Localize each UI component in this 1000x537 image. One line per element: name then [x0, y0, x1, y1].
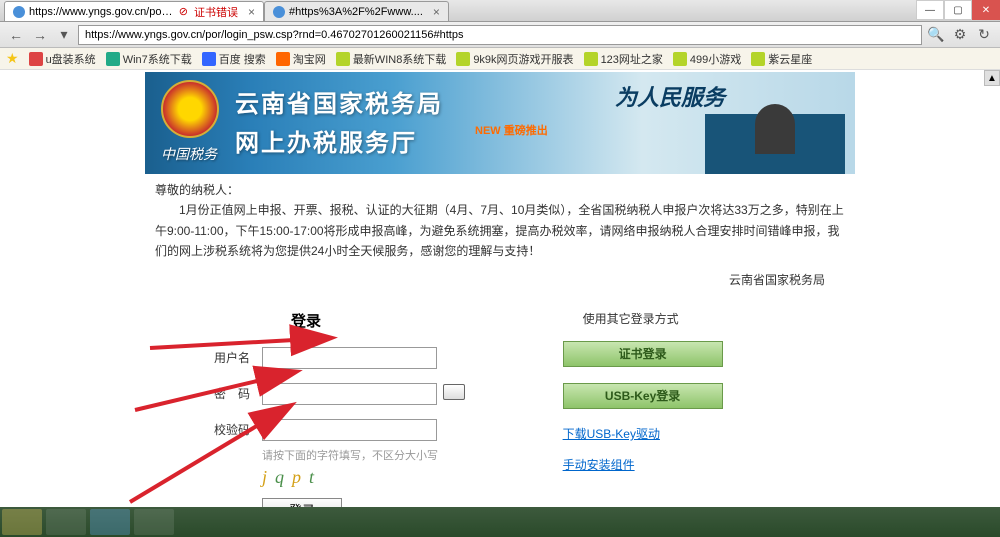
banner-title-block: 云南省国家税务局 网上办税服务厅: [235, 84, 443, 158]
bookmark-icon: [29, 52, 43, 66]
bookmark-label: 9k9k网页游戏开服表: [473, 51, 573, 67]
banner-title-line1: 云南省国家税务局: [235, 84, 443, 119]
virtual-keyboard-icon[interactable]: [443, 384, 465, 400]
bookmark-label: u盘装系统: [46, 51, 96, 67]
bookmark-item[interactable]: 百度 搜索: [202, 51, 266, 67]
browser-tab-active[interactable]: https://www.yngs.gov.cn/por/login_psw.cs…: [4, 1, 264, 21]
watermark-house-icon: [860, 475, 890, 499]
login-title: 登录: [291, 310, 543, 331]
username-label: 用户名: [205, 349, 250, 366]
tab-url-text: https://www.yngs.gov.cn/por/login_psw.cs…: [29, 6, 173, 18]
bookmark-icon: [336, 52, 350, 66]
tax-emblem-icon: [161, 80, 219, 138]
bookmark-item[interactable]: Win7系统下载: [106, 51, 192, 67]
search-icon[interactable]: 🔍: [926, 25, 946, 45]
cert-error-icon: ⊘: [179, 5, 188, 18]
page-content: ▲ 中国税务 云南省国家税务局 网上办税服务厅 NEW 重磅推出 为人民服务 尊…: [0, 70, 1000, 507]
bookmark-item[interactable]: 最新WIN8系统下载: [336, 51, 447, 67]
watermark: 系统之家: [860, 472, 990, 501]
nav-forward[interactable]: →: [30, 25, 50, 45]
bookmark-icon: [106, 52, 120, 66]
site-banner: 中国税务 云南省国家税务局 网上办税服务厅 NEW 重磅推出 为人民服务: [145, 72, 855, 174]
browser-tab-inactive[interactable]: #https%3A%2F%2Fwww.... ×: [264, 1, 449, 21]
bookmark-item[interactable]: 499小游戏: [673, 51, 741, 67]
ie-icon: [273, 6, 285, 18]
bookmark-label: 百度 搜索: [219, 51, 266, 67]
window-maximize[interactable]: ▢: [944, 0, 972, 20]
bookmark-label: 123网址之家: [601, 51, 663, 67]
login-form: 登录 用户名 密 码 校验码 请按下面的字符填写，不区分大小写 jqpt 登录: [145, 310, 543, 507]
captcha-input[interactable]: [262, 419, 437, 441]
bookmark-bar: ★ u盘装系统 Win7系统下载 百度 搜索 淘宝网 最新WIN8系统下载 9k…: [0, 48, 1000, 70]
tab-text: #https%3A%2F%2Fwww....: [289, 6, 423, 18]
captcha-char: j: [262, 467, 275, 487]
lock-icon: [13, 6, 25, 18]
bookmark-label: 紫云星座: [768, 51, 812, 67]
captcha-char: p: [292, 467, 309, 487]
emblem-subtitle: 中国税务: [161, 144, 217, 164]
captcha-hint: 请按下面的字符填写，不区分大小写: [262, 447, 543, 463]
taskbar: [0, 507, 1000, 537]
usbkey-login-button[interactable]: USB-Key登录: [563, 383, 723, 409]
login-area: 登录 用户名 密 码 校验码 请按下面的字符填写，不区分大小写 jqpt 登录 …: [145, 310, 855, 507]
bookmark-item[interactable]: 123网址之家: [584, 51, 663, 67]
bookmark-label: 最新WIN8系统下载: [353, 51, 447, 67]
bookmark-item[interactable]: u盘装系统: [29, 51, 96, 67]
cert-error-label: 证书错误: [194, 4, 238, 20]
alt-login-panel: 使用其它登录方式 证书登录 USB-Key登录 下载USB-Key驱动 手动安装…: [543, 310, 855, 507]
bookmark-label: 499小游戏: [690, 51, 741, 67]
taskbar-item[interactable]: [134, 509, 174, 535]
cert-login-button[interactable]: 证书登录: [563, 341, 723, 367]
bookmark-item[interactable]: 9k9k网页游戏开服表: [456, 51, 573, 67]
notice-body: 1月份正值网上申报、开票、报税、认证的大征期（4月、7月、10月类似），全省国税…: [155, 200, 845, 261]
notice-block: 尊敬的纳税人： 1月份正值网上申报、开票、报税、认证的大征期（4月、7月、10月…: [145, 180, 855, 290]
browser-nav-bar: ← → ▾ 🔍 ⚙ ↻: [0, 22, 1000, 48]
refresh-icon[interactable]: ↻: [974, 25, 994, 45]
captcha-label: 校验码: [205, 421, 250, 438]
favorites-star-icon[interactable]: ★: [6, 50, 19, 67]
bookmark-item[interactable]: 紫云星座: [751, 51, 812, 67]
banner-person-graphic: [755, 104, 795, 154]
username-input[interactable]: [262, 347, 437, 369]
taskbar-item[interactable]: [90, 509, 130, 535]
bookmark-icon: [584, 52, 598, 66]
notice-signature: 云南省国家税务局: [155, 270, 845, 290]
login-submit-button[interactable]: 登录: [262, 498, 342, 507]
nav-dropdown-icon[interactable]: ▾: [54, 25, 74, 45]
browser-tab-strip: https://www.yngs.gov.cn/por/login_psw.cs…: [0, 0, 1000, 22]
download-usbkey-driver-link[interactable]: 下载USB-Key驱动: [563, 425, 855, 442]
banner-highlight: NEW 重磅推出: [475, 122, 548, 138]
banner-calligraphy: 为人民服务: [615, 80, 725, 112]
bookmark-label: 淘宝网: [293, 51, 326, 67]
alt-login-title: 使用其它登录方式: [583, 310, 855, 327]
address-input[interactable]: [78, 25, 922, 45]
nav-back[interactable]: ←: [6, 25, 26, 45]
bookmark-icon: [202, 52, 216, 66]
bookmark-icon: [751, 52, 765, 66]
captcha-char: q: [275, 467, 292, 487]
taskbar-item[interactable]: [46, 509, 86, 535]
watermark-text: 系统之家: [898, 472, 990, 501]
tab-close-icon[interactable]: ×: [433, 5, 440, 19]
window-close[interactable]: ✕: [972, 0, 1000, 20]
settings-icon[interactable]: ⚙: [950, 25, 970, 45]
notice-greeting: 尊敬的纳税人：: [155, 180, 845, 200]
window-controls: — ▢ ✕: [916, 0, 1000, 20]
captcha-image[interactable]: jqpt: [262, 467, 543, 488]
bookmark-icon: [456, 52, 470, 66]
bookmark-icon: [673, 52, 687, 66]
tab-close-icon[interactable]: ×: [248, 5, 255, 19]
password-label: 密 码: [205, 385, 250, 402]
captcha-char: t: [309, 467, 322, 487]
bookmark-item[interactable]: 淘宝网: [276, 51, 326, 67]
scroll-up-icon[interactable]: ▲: [984, 70, 1000, 86]
bookmark-label: Win7系统下载: [123, 51, 192, 67]
window-minimize[interactable]: —: [916, 0, 944, 20]
manual-install-link[interactable]: 手动安装组件: [563, 456, 855, 473]
password-input[interactable]: [262, 383, 437, 405]
taskbar-item[interactable]: [2, 509, 42, 535]
banner-title-line2: 网上办税服务厅: [235, 123, 443, 158]
bookmark-icon: [276, 52, 290, 66]
